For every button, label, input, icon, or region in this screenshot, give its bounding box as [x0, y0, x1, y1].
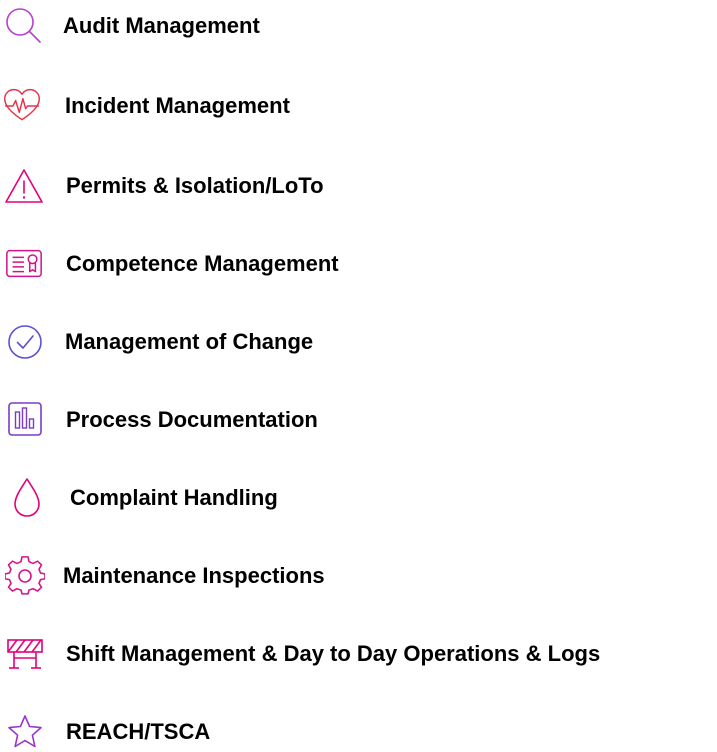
barrier-icon — [5, 634, 45, 674]
star-icon — [5, 712, 45, 752]
menu-item-label: Process Documentation — [66, 407, 318, 432]
menu-item-complaint-handling[interactable]: Complaint Handling — [0, 478, 360, 518]
gear-icon — [5, 556, 45, 596]
menu-item-audit-management[interactable]: Audit Management — [0, 6, 320, 46]
menu-item-label: Permits & Isolation/LoTo — [66, 173, 324, 198]
menu-item-management-of-change[interactable]: Management of Change — [0, 322, 380, 362]
menu-item-incident-management[interactable]: Incident Management — [0, 86, 360, 126]
menu-item-label: Competence Management — [66, 251, 339, 276]
certificate-icon — [4, 244, 44, 284]
menu-item-label: Maintenance Inspections — [63, 563, 325, 588]
bar-chart-icon — [5, 400, 45, 440]
menu-item-maintenance-inspections[interactable]: Maintenance Inspections — [0, 556, 400, 596]
menu-item-competence-management[interactable]: Competence Management — [0, 244, 420, 284]
menu-item-label: Audit Management — [63, 13, 260, 38]
menu-item-process-documentation[interactable]: Process Documentation — [0, 400, 390, 440]
menu-item-label: REACH/TSCA — [66, 719, 211, 744]
menu-item-label: Incident Management — [65, 93, 290, 118]
menu-item-label: Management of Change — [65, 329, 314, 354]
menu-item-label: Shift Management & Day to Day Operations… — [66, 641, 601, 666]
droplet-icon — [7, 478, 47, 518]
menu-item-label: Complaint Handling — [70, 485, 278, 510]
menu-item-permits-isolation[interactable]: Permits & Isolation/LoTo — [0, 166, 400, 206]
menu-item-reach-tsca[interactable]: REACH/TSCA — [0, 712, 260, 752]
heartbeat-icon — [2, 86, 42, 126]
menu-item-shift-management[interactable]: Shift Management & Day to Day Operations… — [0, 634, 712, 674]
check-circle-icon — [5, 322, 45, 362]
magnifier-icon — [4, 6, 44, 46]
warning-triangle-icon — [4, 166, 44, 206]
